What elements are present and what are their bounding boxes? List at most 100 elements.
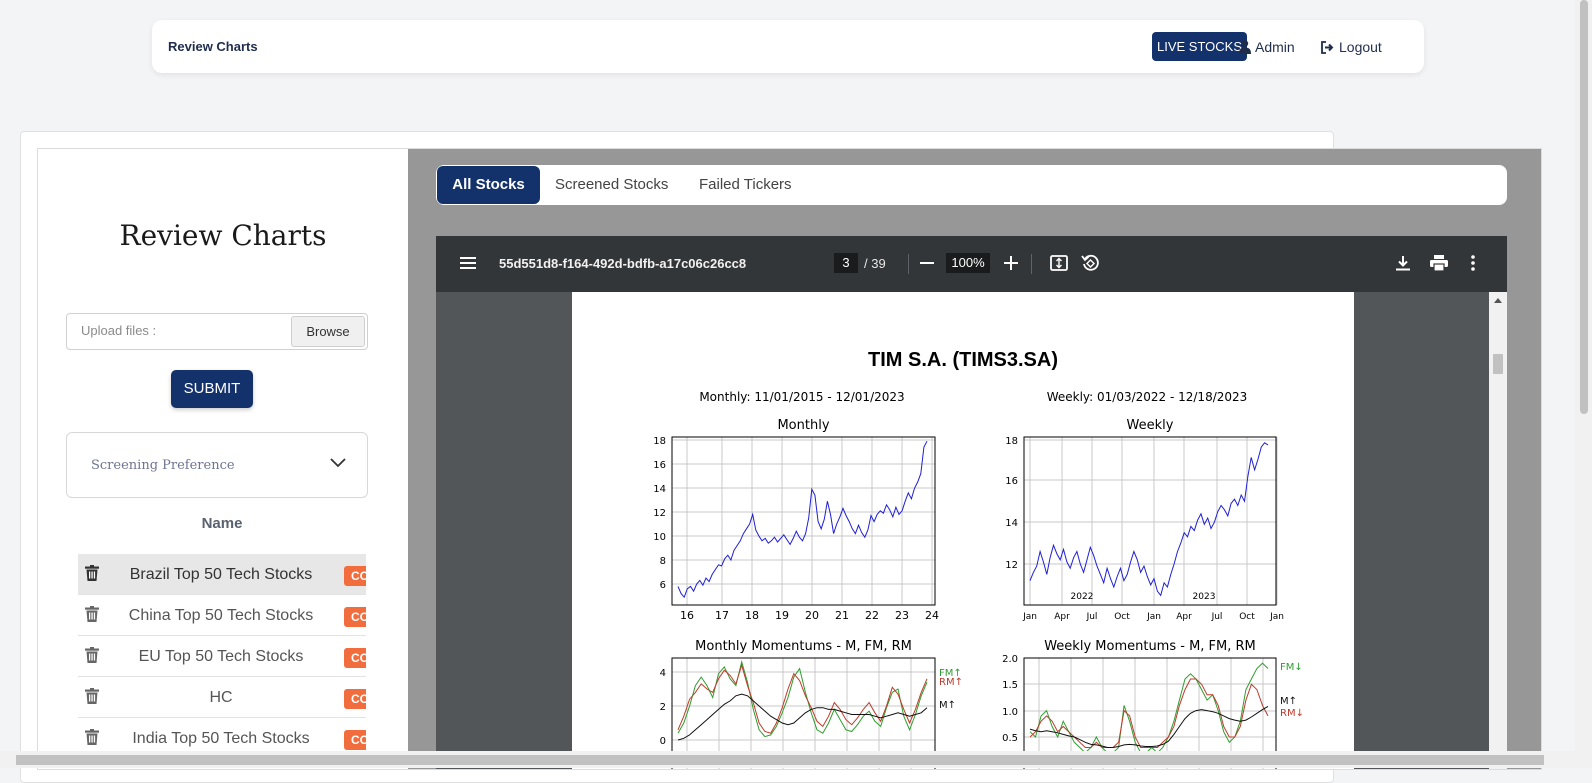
table-row[interactable]: HC CO (78, 677, 366, 718)
x-tick-label: 21 (835, 609, 849, 622)
user-icon (1239, 40, 1251, 54)
live-stocks-button[interactable]: LIVE STOCKS (1152, 32, 1247, 61)
x-tick-label: 22 (865, 609, 879, 622)
screening-preference-accordion[interactable]: Screening Preference (66, 432, 368, 498)
legend-label: RM↑ (939, 677, 963, 688)
more-options-icon[interactable] (1471, 255, 1475, 271)
row-name: India Top 50 Tech Stocks (132, 730, 310, 747)
table-row[interactable]: EU Top 50 Tech Stocks CO (78, 636, 366, 677)
y-tick-label: 2.0 (1002, 654, 1018, 665)
toolbar-divider (908, 254, 909, 274)
trash-icon[interactable] (85, 565, 99, 581)
y-tick-label: 12 (1005, 560, 1018, 571)
toolbar-divider (1031, 254, 1032, 274)
chart-title: Monthly (777, 418, 829, 433)
status-badge: CO (344, 607, 366, 627)
review-panel: Review Charts Upload files : Browse SUBM… (37, 148, 1542, 770)
trash-icon[interactable] (85, 688, 99, 704)
y-tick-label: 16 (653, 460, 666, 471)
y-tick-label: 12 (653, 508, 666, 519)
upload-placeholder: Upload files : (81, 323, 157, 338)
y-tick-label: 14 (653, 484, 666, 495)
legend-label: FM↓ (1280, 662, 1303, 673)
chart-title: Monthly Momentums - M, FM, RM (695, 639, 912, 654)
year-label: 2022 (1071, 592, 1094, 602)
page-number-input[interactable]: 3 (834, 253, 858, 273)
x-tick-label: Jan (1146, 612, 1161, 622)
fit-page-icon[interactable] (1050, 255, 1068, 271)
x-tick-label: Oct (1239, 612, 1255, 622)
logout-label: Logout (1339, 39, 1382, 55)
x-tick-label: Jul (1211, 612, 1223, 622)
zoom-in-icon[interactable] (1004, 256, 1018, 270)
document-title: TIM S.A. (TIMS3.SA) (868, 349, 1058, 371)
pdf-scrollbar[interactable] (1489, 292, 1507, 769)
screening-preference-label: Screening Preference (91, 458, 235, 473)
y-tick-label: 8 (660, 556, 666, 567)
chart-3: Weekly Momentums - M, FM, RM 0.5 1.0 1.5 2.0… (1002, 639, 1304, 769)
window-vertical-scroll-thumb[interactable] (1580, 0, 1588, 414)
trash-icon[interactable] (85, 729, 99, 745)
pdf-filename: 55d551d8-f164-492d-bdfb-a17c06c26cc8 (499, 256, 747, 271)
stock-tabs: All Stocks Screened Stocks Failed Ticker… (436, 165, 1507, 205)
submit-button[interactable]: SUBMIT (171, 370, 253, 408)
tab-all-stocks[interactable]: All Stocks (437, 166, 540, 204)
row-name: EU Top 50 Tech Stocks (138, 648, 304, 665)
sidebar: Review Charts Upload files : Browse SUBM… (38, 149, 408, 769)
name-column-header: Name (201, 515, 243, 532)
table-header: Name (78, 515, 366, 545)
x-tick-label: Apr (1054, 612, 1070, 622)
y-tick-label: 10 (653, 532, 666, 543)
logout-icon (1321, 41, 1334, 54)
x-tick-label: 19 (775, 609, 789, 622)
pdf-page: TIM S.A. (TIMS3.SA) Monthly: 11/01/2015 … (572, 292, 1354, 769)
pdf-scrollbar-thumb[interactable] (1493, 354, 1503, 374)
admin-label: Admin (1255, 39, 1295, 55)
tab-failed-tickers[interactable]: Failed Tickers (699, 165, 792, 205)
browse-button[interactable]: Browse (291, 316, 365, 347)
zoom-level-input[interactable]: 100% (946, 253, 990, 273)
y-tick-label: 1.0 (1002, 707, 1018, 718)
top-navbar: Review Charts LIVE STOCKS Admin Logout (152, 20, 1424, 73)
viewer-area: All Stocks Screened Stocks Failed Ticker… (408, 149, 1541, 769)
table-row[interactable]: China Top 50 Tech Stocks CO (78, 595, 366, 636)
trash-icon[interactable] (85, 647, 99, 663)
legend-label: M↑ (1280, 696, 1297, 707)
window-horizontal-scrollbar[interactable] (0, 751, 1575, 768)
menu-icon[interactable] (460, 256, 476, 270)
admin-link[interactable]: Admin (1239, 39, 1295, 55)
status-badge: CO (344, 566, 366, 586)
window-vertical-scrollbar[interactable] (1575, 0, 1592, 768)
table-row[interactable]: Brazil Top 50 Tech Stocks CO (78, 554, 366, 595)
logout-link[interactable]: Logout (1321, 39, 1382, 55)
monthly-range: Monthly: 11/01/2015 - 12/01/2023 (699, 390, 904, 404)
trash-icon[interactable] (85, 606, 99, 622)
row-name: China Top 50 Tech Stocks (128, 607, 314, 624)
y-tick-label: 2 (660, 702, 666, 713)
status-badge: CO (344, 730, 366, 750)
series-line (677, 693, 928, 741)
y-tick-label: 18 (653, 436, 666, 447)
status-badge: CO (344, 689, 366, 709)
tab-screened-stocks[interactable]: Screened Stocks (555, 165, 668, 205)
weekly-range: Weekly: 01/03/2022 - 12/18/2023 (1047, 390, 1248, 404)
chart-1: Weekly 12 14 16 18 Jan Apr Jul Oct Jan Apr Jul Oct Ja… (1005, 418, 1284, 622)
file-upload-field[interactable]: Upload files : Browse (66, 313, 368, 350)
y-tick-label: 4 (660, 668, 666, 679)
chart-title: Weekly Momentums - M, FM, RM (1044, 639, 1256, 654)
row-name: Brazil Top 50 Tech Stocks (129, 566, 313, 583)
series-line (1029, 442, 1269, 597)
download-icon[interactable] (1396, 255, 1410, 271)
brand-link[interactable]: Review Charts (168, 39, 258, 54)
print-icon[interactable] (1430, 255, 1448, 271)
pdf-toolbar: 55d551d8-f164-492d-bdfb-a17c06c26cc8 3 /… (436, 236, 1507, 292)
rotate-icon[interactable] (1081, 254, 1099, 272)
x-tick-label: 17 (715, 609, 729, 622)
window-horizontal-scroll-thumb[interactable] (16, 755, 1544, 765)
chevron-down-icon (330, 458, 346, 468)
x-tick-label: 16 (680, 609, 694, 622)
zoom-out-icon[interactable] (920, 262, 934, 264)
x-tick-label: Jan (1269, 612, 1284, 622)
scroll-up-icon[interactable] (1493, 296, 1503, 304)
y-tick-label: 18 (1005, 436, 1018, 447)
